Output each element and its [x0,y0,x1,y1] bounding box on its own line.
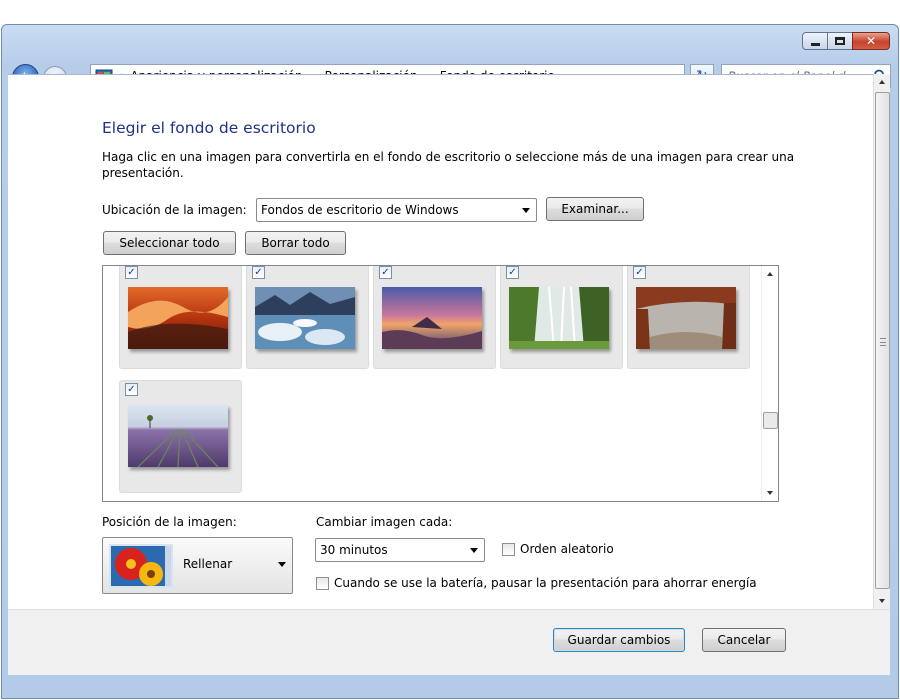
check-icon: ✓ [508,266,517,278]
gallery-item-rock-arch[interactable]: ✓ [627,266,750,369]
checkbox-box[interactable] [502,542,515,556]
thumbnail-red-canyon [128,287,228,349]
grip-icon [880,338,886,346]
scroll-up-icon[interactable] [879,80,885,84]
check-icon: ✓ [254,266,263,278]
footer-bar: Guardar cambios Cancelar [8,609,890,675]
chevron-down-icon [470,548,478,553]
gallery-scrollbar[interactable] [761,266,778,501]
thumbnail-icy-lake [255,287,355,349]
gallery-checkbox[interactable]: ✓ [125,266,138,279]
battery-pause-checkbox[interactable]: Cuando se use la batería, pausar la pres… [316,576,757,590]
shuffle-label: Orden aleatorio [520,542,614,556]
maximize-button[interactable] [827,32,853,50]
gallery-checkbox[interactable]: ✓ [125,383,138,396]
checkbox-box[interactable] [316,576,329,590]
minimize-button[interactable] [802,32,828,50]
gallery-checkbox[interactable]: ✓ [379,266,392,279]
select-all-button[interactable]: Seleccionar todo [103,231,236,255]
position-select[interactable]: Rellenar [102,537,293,594]
minimize-icon [810,42,820,46]
position-select-value: Rellenar [183,557,233,571]
gallery-item-waterfall[interactable]: ✓ [500,266,623,369]
maximize-icon [835,37,845,45]
gallery-item-red-canyon[interactable]: ✓ [119,266,242,369]
save-changes-button[interactable]: Guardar cambios [553,628,685,652]
check-icon: ✓ [127,383,136,395]
gallery-item-lavender-field[interactable]: ✓ [119,380,242,493]
caption-buttons: ✕ [802,32,890,50]
image-gallery: ✓ ✓ ✓ ✓ ✓ ✓ [102,265,779,502]
position-label: Posición de la imagen: [102,515,237,529]
thumbnail-waterfall [509,287,609,349]
clear-all-button[interactable]: Borrar todo [245,231,346,255]
close-button[interactable]: ✕ [852,32,890,50]
gallery-scroll-thumb[interactable] [763,412,778,429]
page-title: Elegir el fondo de escritorio [102,119,316,137]
shuffle-checkbox[interactable]: Orden aleatorio [502,542,614,556]
interval-label: Cambiar imagen cada: [316,515,453,529]
main-scrollbar[interactable] [873,74,890,609]
gallery-item-sunset-coast[interactable]: ✓ [373,266,496,369]
location-select[interactable]: Fondos de escritorio de Windows [256,198,537,222]
position-preview [109,544,173,588]
gallery-checkbox[interactable]: ✓ [506,266,519,279]
interval-select-value: 30 minutos [320,543,388,557]
interval-select[interactable]: 30 minutos [315,538,485,562]
gallery-checkbox[interactable]: ✓ [252,266,265,279]
browse-button[interactable]: Examinar... [546,197,644,221]
main-content: Elegir el fondo de escritorio Haga clic … [8,74,873,609]
location-label: Ubicación de la imagen: [102,203,247,217]
position-preview-image [111,546,171,586]
close-icon: ✕ [865,34,877,48]
chevron-down-icon [522,208,530,213]
thumbnail-sunset-coast [382,287,482,349]
scroll-up-icon[interactable] [767,272,773,276]
scroll-down-icon[interactable] [767,491,773,495]
check-icon: ✓ [381,266,390,278]
scroll-down-icon[interactable] [879,599,885,603]
page-description: Haga clic en una imagen para convertirla… [102,150,795,180]
check-icon: ✓ [127,266,136,278]
location-select-value: Fondos de escritorio de Windows [261,203,459,217]
cancel-button[interactable]: Cancelar [702,628,786,652]
gallery-item-icy-lake[interactable]: ✓ [246,266,369,369]
thumbnail-lavender-field [128,405,228,467]
thumbnail-rock-arch [636,287,736,349]
gallery-checkbox[interactable]: ✓ [633,266,646,279]
chevron-down-icon [278,562,286,567]
main-scroll-thumb[interactable] [875,92,890,589]
battery-pause-label: Cuando se use la batería, pausar la pres… [334,576,757,590]
check-icon: ✓ [635,266,644,278]
